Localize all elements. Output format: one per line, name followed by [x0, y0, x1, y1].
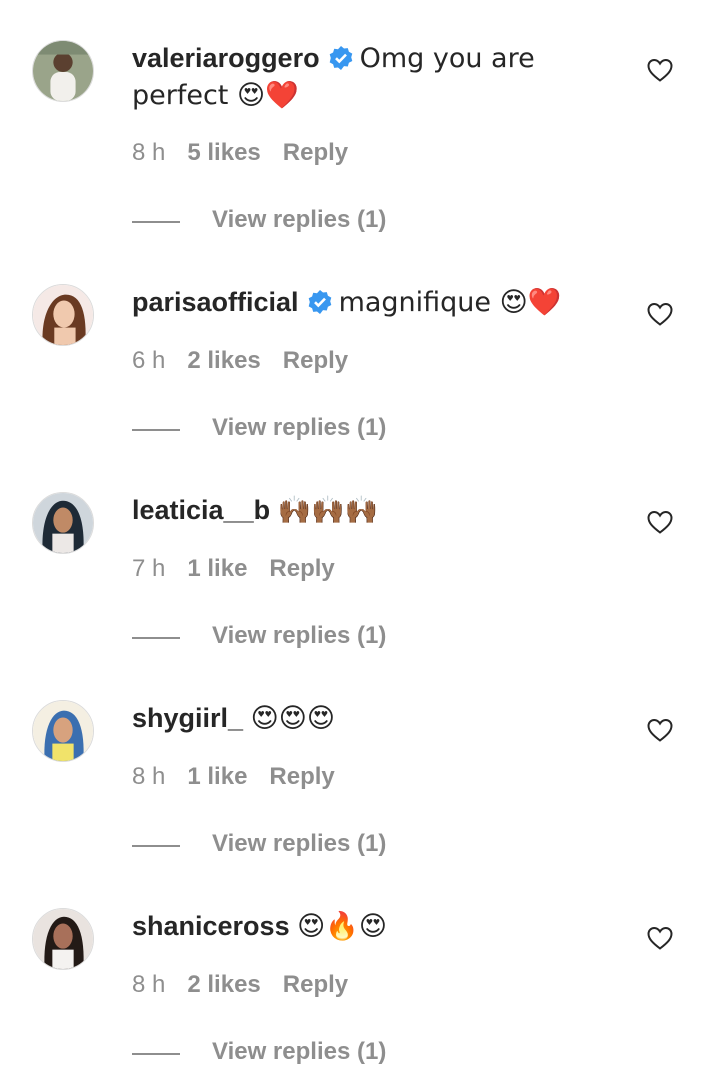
comment-username[interactable]: shygiirl_ — [132, 703, 243, 733]
comment-time: 8 h — [132, 763, 166, 790]
divider-line — [132, 845, 180, 847]
divider-line — [132, 637, 180, 639]
comment-likes[interactable]: 5 likes — [187, 139, 260, 166]
comment-time: 6 h — [132, 347, 166, 374]
divider-line — [132, 1053, 180, 1055]
comment-item: shygiirl_ 😍😍😍 8 h 1 like Reply View replie… — [0, 660, 720, 868]
avatar[interactable] — [32, 908, 94, 970]
like-heart-icon[interactable] — [646, 56, 674, 84]
comment-text: magnifique 😍❤️ — [338, 287, 562, 318]
comment-item: shaniceross 😍🔥😍 8 h 2 likes Reply View rep… — [0, 868, 720, 1076]
comment-body: shaniceross 😍🔥😍 — [132, 908, 622, 945]
verified-badge-icon — [307, 289, 333, 315]
comment-username[interactable]: shaniceross — [132, 911, 290, 941]
comment-time: 8 h — [132, 971, 166, 998]
view-replies-label[interactable]: View replies (1) — [212, 413, 386, 443]
like-heart-icon[interactable] — [646, 508, 674, 536]
comment-time: 8 h — [132, 139, 166, 166]
avatar[interactable] — [32, 284, 94, 346]
comment-username[interactable]: valeriaroggero — [132, 43, 320, 73]
like-heart-icon[interactable] — [646, 716, 674, 744]
divider-line — [132, 429, 180, 431]
comment-body: valeriaroggero Omg you are perfect 😍❤️ — [132, 40, 622, 114]
avatar[interactable] — [32, 492, 94, 554]
like-heart-icon[interactable] — [646, 924, 674, 952]
comment-meta: 8 h 1 like Reply — [132, 762, 335, 792]
comment-username[interactable]: leaticia__b — [132, 495, 270, 525]
comment-meta: 7 h 1 like Reply — [132, 554, 335, 584]
comment-likes[interactable]: 1 like — [187, 555, 247, 582]
comment-body: shygiirl_ 😍😍😍 — [132, 700, 622, 737]
comment-time: 7 h — [132, 555, 166, 582]
comment-likes[interactable]: 2 likes — [187, 347, 260, 374]
comment-likes[interactable]: 1 like — [187, 763, 247, 790]
comment-item: parisaofficial magnifique 😍❤️ 6 h 2 likes R… — [0, 244, 720, 452]
avatar[interactable] — [32, 40, 94, 102]
comment-meta: 6 h 2 likes Reply — [132, 346, 348, 376]
comment-item: leaticia__b 🙌🏾🙌🏾🙌🏾 7 h 1 like Reply View r… — [0, 452, 720, 660]
comment-likes[interactable]: 2 likes — [187, 971, 260, 998]
comment-meta: 8 h 5 likes Reply — [132, 138, 348, 168]
comment-meta: 8 h 2 likes Reply — [132, 970, 348, 1000]
view-replies-label[interactable]: View replies (1) — [212, 829, 386, 859]
comment-text: 🙌🏾🙌🏾🙌🏾 — [277, 495, 379, 526]
verified-badge-icon — [328, 45, 354, 71]
comment-text: 😍😍😍 — [250, 703, 336, 734]
reply-button[interactable]: Reply — [269, 555, 334, 582]
comment-body: parisaofficial magnifique 😍❤️ — [132, 284, 622, 321]
view-replies-label[interactable]: View replies (1) — [212, 1037, 386, 1067]
comment-item: valeriaroggero Omg you are perfect 😍❤️ 8 … — [0, 0, 720, 233]
view-replies-label[interactable]: View replies (1) — [212, 205, 386, 235]
like-heart-icon[interactable] — [646, 300, 674, 328]
avatar[interactable] — [32, 700, 94, 762]
comment-body: leaticia__b 🙌🏾🙌🏾🙌🏾 — [132, 492, 622, 529]
comment-text: 😍🔥😍 — [297, 911, 388, 942]
reply-button[interactable]: Reply — [269, 763, 334, 790]
divider-line — [132, 221, 180, 223]
view-replies-label[interactable]: View replies (1) — [212, 621, 386, 651]
reply-button[interactable]: Reply — [283, 347, 348, 374]
reply-button[interactable]: Reply — [283, 971, 348, 998]
comment-username[interactable]: parisaofficial — [132, 287, 299, 317]
reply-button[interactable]: Reply — [283, 139, 348, 166]
